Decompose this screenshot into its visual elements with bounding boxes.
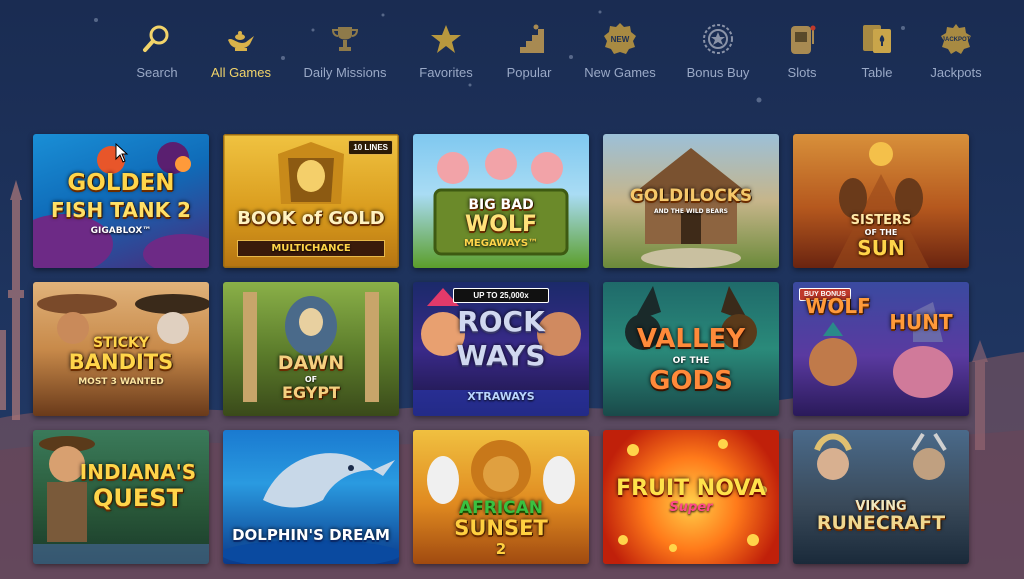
game-tile-rock-n-ways[interactable]: UP TO 25,000x ROCK WAYS XTRAWAYS (413, 282, 589, 416)
multiplier-badge: UP TO 25,000x (453, 288, 549, 303)
nav-label: Bonus Buy (686, 65, 750, 80)
new-badge-icon: NEW (603, 22, 637, 56)
nav-item-table[interactable]: Table (832, 22, 922, 86)
game-title: FRUIT NOVA (616, 476, 766, 501)
game-title: INDIANA'S (79, 460, 197, 484)
game-title: WOLF (805, 294, 871, 318)
game-tile-big-bad-wolf-megaways[interactable]: BIG BAD WOLF MEGAWAYS™ (413, 134, 589, 268)
game-title-line2: BANDITS (68, 350, 174, 374)
trophy-icon (328, 22, 362, 56)
game-subtitle: GIGABLOX™ (90, 226, 152, 236)
game-title-line2: FISH TANK 2 (51, 198, 191, 222)
game-subtitle: MOST 3 WANTED (78, 377, 164, 387)
game-tile-fruit-nova-super[interactable]: FRUIT NOVA Super (603, 430, 779, 564)
genie-lamp-icon (224, 22, 258, 56)
jackpot-icon: JACKPOT (939, 22, 973, 56)
game-title: ROCK (457, 305, 545, 338)
nav-item-new-games[interactable]: NEW New Games (575, 22, 665, 86)
game-subtitle: AND THE WILD BEARS (653, 208, 729, 215)
search-icon (140, 22, 174, 56)
nav-label: Favorites (419, 65, 473, 80)
nav-label: Jackpots (930, 65, 982, 80)
nav-item-jackpots[interactable]: JACKPOT Jackpots (911, 22, 1001, 86)
mouse-cursor-icon (115, 143, 129, 163)
game-title-line2: WOLF (464, 212, 537, 237)
nav-label: Slots (787, 65, 817, 80)
game-title: VALLEY (636, 324, 746, 354)
game-title: AFRICAN (458, 498, 544, 518)
nav-item-popular[interactable]: Popular (484, 22, 574, 86)
lines-badge: 10 LINES (348, 140, 393, 155)
game-subtitle: Super (669, 500, 713, 515)
game-title: GOLDEN (67, 170, 175, 196)
game-title: STICKY (92, 335, 150, 351)
game-subtitle: 2 (495, 540, 507, 558)
svg-text:NEW: NEW (611, 35, 630, 44)
game-tile-book-of-gold[interactable]: 10 LINES BOOK of GOLD MULTICHANCE (223, 134, 399, 268)
game-tile-viking-runecraft[interactable]: VIKING RUNECRAFT (793, 430, 969, 564)
game-tile-sticky-bandits-3[interactable]: STICKY BANDITS MOST 3 WANTED (33, 282, 209, 416)
game-subtitle: MULTICHANCE (237, 240, 385, 257)
game-title-line2: WAYS (456, 339, 546, 372)
game-title-line2: RUNECRAFT (816, 512, 946, 534)
game-tile-goldilocks[interactable]: GOLDILOCKS AND THE WILD BEARS (603, 134, 779, 268)
game-subtitle: XTRAWAYS (467, 390, 535, 403)
game-title-line2: QUEST (93, 484, 183, 512)
game-title-line2: HUNT (889, 310, 953, 334)
game-title-line2: SUNSET (454, 516, 548, 540)
nav-label: Table (861, 65, 893, 80)
nav-item-all-games[interactable]: All Games (196, 22, 286, 86)
svg-text:JACKPOT: JACKPOT (942, 37, 971, 43)
game-artwork (814, 432, 947, 480)
nav-label: Search (136, 65, 178, 80)
game-subtitle: MEGAWAYS™ (463, 238, 539, 249)
game-title-line2: SUN (857, 236, 905, 260)
nav-item-bonus-buy[interactable]: Bonus Buy (673, 22, 763, 86)
game-title: BOOK of GOLD (237, 208, 385, 229)
game-grid: GOLDEN FISH TANK 2 GIGABLOX™ 10 LINES BO… (33, 134, 971, 566)
game-tile-dolphins-dream[interactable]: DOLPHIN'S DREAM (223, 430, 399, 564)
game-tile-indianas-quest[interactable]: INDIANA'S QUEST (33, 430, 209, 564)
nav-label: Popular (506, 65, 552, 80)
game-title: GOLDILOCKS (629, 186, 753, 206)
nav-item-search[interactable]: Search (112, 22, 202, 86)
category-nav: Search All Games Daily Missions Favorite… (118, 22, 998, 86)
game-title: DAWN (277, 352, 345, 374)
star-icon (429, 22, 463, 56)
game-tile-wolf-hunt[interactable]: BUY BONUS WOLF HUNT (793, 282, 969, 416)
game-title: SISTERS (850, 213, 912, 228)
game-title-line2: EGYPT (282, 383, 340, 402)
game-title: BIG BAD (468, 197, 534, 213)
game-subtitle: OF THE (672, 356, 710, 366)
popular-stairs-icon (512, 22, 546, 56)
game-tile-sisters-of-the-sun[interactable]: SISTERS OF THE SUN (793, 134, 969, 268)
nav-item-daily-missions[interactable]: Daily Missions (300, 22, 390, 86)
nav-label: All Games (211, 65, 271, 80)
game-tile-african-sunset-2[interactable]: AFRICAN SUNSET 2 (413, 430, 589, 564)
game-tile-valley-of-the-gods[interactable]: VALLEY OF THE GODS (603, 282, 779, 416)
game-title: DOLPHIN'S DREAM (232, 526, 390, 544)
cards-icon (860, 22, 894, 56)
nav-label: Daily Missions (303, 65, 387, 80)
game-title-line2: GODS (649, 366, 733, 396)
game-tile-dawn-of-egypt[interactable]: DAWN OF EGYPT (223, 282, 399, 416)
slot-machine-icon (785, 22, 819, 56)
nav-label: New Games (584, 65, 656, 80)
nav-item-favorites[interactable]: Favorites (401, 22, 491, 86)
bonus-buy-icon (701, 22, 735, 56)
